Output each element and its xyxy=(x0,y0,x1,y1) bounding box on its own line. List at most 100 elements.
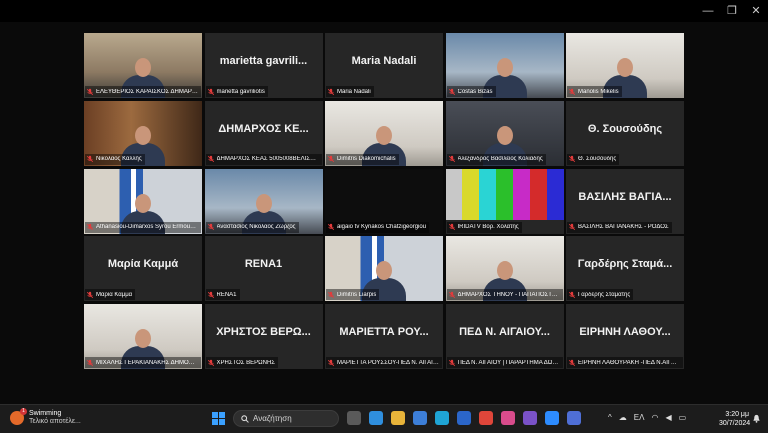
participant-name-tag: Dimitris Liarpis xyxy=(326,289,380,301)
taskbar-search[interactable]: Αναζήτηση xyxy=(233,410,339,427)
participant-name-label: ΕΛΕΥΘΕΡΙΟΣ ΚΑΡΑΙΣΚΟΣ ΔΗΜΑΡΧΟΣ... xyxy=(96,88,198,95)
participant-tile[interactable]: Manolis Mikelis xyxy=(566,33,684,98)
chrome-icon[interactable] xyxy=(479,411,493,425)
participant-tile[interactable]: Μαρία Καμμά Μαρία Καμμά xyxy=(84,236,202,302)
app-icon[interactable] xyxy=(567,411,581,425)
participant-tile[interactable]: Athanasiou-Dimarxos Syrou Ermoup... xyxy=(84,168,202,234)
taskbar: 1 Swimming Τελικό αποτέλε... Αναζήτηση ^… xyxy=(0,404,768,433)
mic-muted-icon xyxy=(327,223,335,231)
participant-name-label: Athanasiou-Dimarxos Syrou Ermoup... xyxy=(96,224,198,230)
battery-icon[interactable]: ▭ xyxy=(679,413,687,422)
participant-tile[interactable]: ΕΙΡΗΝΗ ΛΑΘΟΥ... ΕΙΡΗΝΗ ΛΑΘΟΥΡΑΚΗ -ΠΕΔ Ν.Α… xyxy=(566,304,684,369)
participant-name-tag: ΒΑΣΙΛΗΣ ΒΑΓΙΑΝΑΚΗΣ - ΡΟΔΟΣ xyxy=(567,221,672,233)
weather-widget[interactable]: 1 Swimming Τελικό αποτέλε... xyxy=(10,408,81,426)
participant-tile[interactable]: Costas Bizas xyxy=(445,33,564,98)
widgets-icon[interactable] xyxy=(369,411,383,425)
participant-display-name: RENA1 xyxy=(244,258,283,271)
test-pattern-bar xyxy=(445,168,463,220)
zoom-icon[interactable] xyxy=(545,411,559,425)
participant-name-label: Θ. Σουσούδης xyxy=(578,156,617,163)
participant-tile[interactable]: Γαρδέρης Σταμά... Γαρδέρης Σταμάτης xyxy=(566,236,684,302)
task-view-icon[interactable] xyxy=(347,411,361,425)
participant-name-label: IRIDATV Βορ. Χολάτης xyxy=(457,224,519,230)
participant-name-tag: ΕΛΕΥΘΕΡΙΟΣ ΚΑΡΑΙΣΚΟΣ ΔΗΜΑΡΧΟΣ... xyxy=(85,86,201,97)
participant-tile[interactable]: Θ. Σουσούδης Θ. Σουσούδης xyxy=(566,100,684,166)
participant-tile[interactable]: IRIDATV Βορ. Χολάτης xyxy=(445,168,564,234)
mic-muted-icon xyxy=(568,359,576,366)
mail-icon[interactable] xyxy=(457,411,471,425)
wifi-icon[interactable]: ◠ xyxy=(651,413,658,422)
mic-muted-icon xyxy=(568,223,576,231)
search-icon xyxy=(241,414,249,423)
participant-name-label: aigaio tv Kyriakos Chatzigeorgiou xyxy=(337,224,427,230)
participant-tile[interactable]: ΔΗΜΑΡΧΟΣ ΤΗΝΟΥ - ΠΑΠΑΠΟΣΤΟΛΟΥ xyxy=(445,236,564,302)
store-icon[interactable] xyxy=(413,411,427,425)
participant-name-label: ΧΡΗΣΤΟΣ ΒΕΡΩΝΗΣ xyxy=(216,359,276,366)
participant-name-tag: ΔΗΜΑΡΧΟΣ ΚΕΑΣ 5005008ΒΕΛΙΣΣΑΡΟ... xyxy=(205,153,322,165)
participant-tile[interactable]: Αλέξανδρος Βασίλειος Κολιάδης xyxy=(445,100,564,166)
mic-muted-icon xyxy=(448,88,455,95)
test-pattern-bar xyxy=(512,168,530,220)
tray-chevron-icon[interactable]: ^ xyxy=(608,413,612,422)
participant-name-tag: Μαρία Καμμά xyxy=(85,289,136,301)
participant-tile[interactable]: ΠΕΔ Ν. ΑΙΓΑΙΟΥ... ΠΕΔ Ν. ΑΙΓΑΙΟΥ | ΠΑΡΑΡΤ… xyxy=(445,304,564,369)
close-button[interactable]: ✕ xyxy=(748,3,764,19)
test-pattern-bar xyxy=(479,168,497,220)
photos-icon[interactable] xyxy=(501,411,515,425)
language-indicator[interactable]: ΕΛ xyxy=(634,413,645,422)
participant-tile[interactable]: ΜΙΧΑΛΗΣ ΓΕΡΑΚΙΑΝΑΚΗΣ ΔΗΜΟΣ Κ... xyxy=(84,304,202,369)
participant-tile[interactable]: Maria Nadali Maria Nadali xyxy=(325,33,443,98)
participant-tile[interactable]: marietta gavrili... marietta gavriliotis xyxy=(204,33,323,98)
participant-name-label: ΔΗΜΑΡΧΟΣ ΚΕΑΣ 5005008ΒΕΛΙΣΣΑΡΟ... xyxy=(216,156,319,163)
participant-display-name: ΠΕΔ Ν. ΑΙΓΑΙΟΥ... xyxy=(459,326,550,338)
participant-name-tag: Νικόλαος Καλλής xyxy=(85,153,145,165)
window-titlebar: — ❐ ✕ xyxy=(0,0,768,22)
participant-tile[interactable]: Dimitris Diakomichalis xyxy=(325,100,443,166)
notification-bell-icon[interactable] xyxy=(752,414,761,423)
participant-name-label: Manolis Mikelis xyxy=(578,88,619,95)
participant-display-name: ΧΡΗΣΤΟΣ ΒΕΡΩ... xyxy=(216,326,311,338)
mic-muted-icon xyxy=(86,88,94,95)
participant-tile[interactable]: RENA1 RENA1 xyxy=(204,236,323,302)
participant-name-label: Costas Bizas xyxy=(457,88,493,95)
participant-name-label: ΒΑΣΙΛΗΣ ΒΑΓΙΑΝΑΚΗΣ - ΡΟΔΟΣ xyxy=(578,224,669,230)
test-pattern-bar xyxy=(546,168,564,220)
taskbar-clock[interactable]: 3:20 μμ 30/7/2024 xyxy=(719,410,750,428)
participant-name-tag: ΜΙΧΑΛΗΣ ΓΕΡΑΚΙΑΝΑΚΗΣ ΔΗΜΟΣ Κ... xyxy=(85,357,201,368)
participant-tile[interactable]: Αναστασιος Νικόλαος Ζώρζος xyxy=(204,168,323,234)
start-button[interactable] xyxy=(212,412,225,425)
onedrive-icon[interactable]: ☁ xyxy=(619,413,627,422)
participant-tile[interactable]: aigaio tv Kyriakos Chatzigeorgiou xyxy=(325,168,443,234)
mic-muted-icon xyxy=(207,291,214,298)
mic-muted-icon xyxy=(207,156,214,163)
participant-display-name: Μαρία Καμμά xyxy=(107,258,179,271)
participant-tile[interactable]: ΔΗΜΑΡΧΟΣ ΚΕ... ΔΗΜΑΡΧΟΣ ΚΕΑΣ 5005008ΒΕΛΙΣ… xyxy=(204,100,323,166)
participant-tile[interactable]: ΕΛΕΥΘΕΡΙΟΣ ΚΑΡΑΙΣΚΟΣ ΔΗΜΑΡΧΟΣ... xyxy=(84,33,202,98)
participant-tile[interactable]: ΜΑΡΙΕΤΤΑ ΡΟΥ... ΜΑΡΙΕΤΤΑ ΡΟΥΣΣΟΥ-ΠΕΔ Ν. Α… xyxy=(325,304,443,369)
participant-tile[interactable]: ΒΑΣΙΛΗΣ ΒΑΓΙΑ... ΒΑΣΙΛΗΣ ΒΑΓΙΑΝΑΚΗΣ - ΡΟΔ… xyxy=(566,168,684,234)
participant-tile[interactable]: Dimitris Liarpis xyxy=(325,236,443,302)
participant-name-label: RENA1 xyxy=(216,291,237,298)
participant-name-tag: Maria Nadali xyxy=(326,86,374,97)
viber-icon[interactable] xyxy=(523,411,537,425)
participant-name-tag: Dimitris Diakomichalis xyxy=(326,153,399,165)
system-tray: ^ ☁ ΕΛ ◠ ◀ ▭ xyxy=(608,413,686,422)
volume-icon[interactable]: ◀ xyxy=(665,413,671,422)
participant-name-tag: RENA1 xyxy=(205,289,240,301)
file-explorer-icon[interactable] xyxy=(391,411,405,425)
minimize-button[interactable]: — xyxy=(700,3,716,19)
mic-muted-icon xyxy=(86,223,94,231)
test-pattern-bar xyxy=(462,168,480,220)
participant-name-label: ΜΙΧΑΛΗΣ ΓΕΡΑΚΙΑΝΑΚΗΣ ΔΗΜΟΣ Κ... xyxy=(96,359,198,366)
mic-muted-icon xyxy=(448,291,455,298)
participant-name-tag: Manolis Mikelis xyxy=(567,86,622,97)
test-pattern xyxy=(445,168,564,220)
edge-icon[interactable] xyxy=(435,411,449,425)
mic-muted-icon xyxy=(86,359,94,366)
participant-name-tag: ΔΗΜΑΡΧΟΣ ΤΗΝΟΥ - ΠΑΠΑΠΟΣΤΟΛΟΥ xyxy=(446,289,563,301)
participant-name-tag: ΕΙΡΗΝΗ ΛΑΘΟΥΡΑΚΗ -ΠΕΔ Ν.ΑΙΓΑΙΟ... xyxy=(567,357,683,368)
participant-tile[interactable]: Νικόλαος Καλλής xyxy=(84,100,202,166)
restore-button[interactable]: ❐ xyxy=(724,3,740,19)
participant-name-tag: Αναστασιος Νικόλαος Ζώρζος xyxy=(205,221,299,233)
participant-tile[interactable]: ΧΡΗΣΤΟΣ ΒΕΡΩ... ΧΡΗΣΤΟΣ ΒΕΡΩΝΗΣ xyxy=(204,304,323,369)
